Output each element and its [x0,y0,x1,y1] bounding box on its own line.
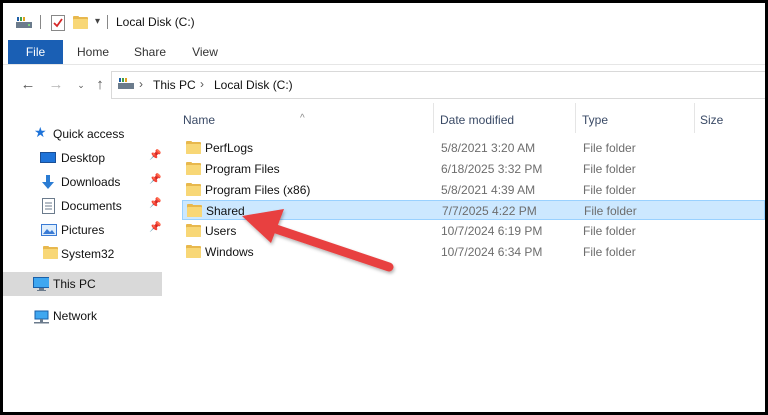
red-arrow-icon [242,209,394,272]
annotation-arrow-overlay [242,209,394,272]
file-explorer-window: ▾ Local Disk (C:) File Home Share View ←… [3,3,765,412]
